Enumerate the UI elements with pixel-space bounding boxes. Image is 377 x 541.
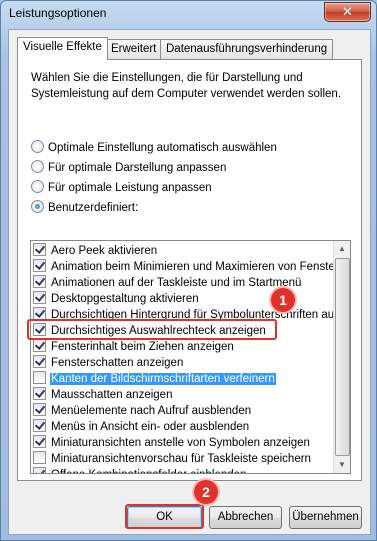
- radio-icon[interactable]: [31, 200, 44, 213]
- effect-label: Kanten der Bildschirmschriftarten verfei…: [49, 372, 277, 386]
- effect-item[interactable]: Mausschatten anzeigen: [33, 387, 173, 403]
- tab-dep[interactable]: Datenausführungsverhinderung: [160, 39, 334, 59]
- tab-visual-effects[interactable]: Visuelle Effekte: [17, 37, 108, 60]
- performance-options-dialog: Leistungsoptionen ✕ Visuelle Effekte Erw…: [0, 0, 377, 541]
- effect-item[interactable]: Offene Kombinationsfelder einblenden: [33, 467, 247, 473]
- radio-option-4[interactable]: Benutzerdefiniert:: [31, 199, 138, 217]
- title-bar[interactable]: Leistungsoptionen ✕: [1, 1, 376, 27]
- scroll-up-icon[interactable]: ▲: [334, 241, 350, 257]
- effect-label: Animationen auf der Taskleiste und im St…: [51, 277, 302, 289]
- checkbox-unchecked-icon[interactable]: [33, 371, 46, 384]
- radio-option-2[interactable]: Für optimale Darstellung anpassen: [31, 159, 226, 177]
- checkbox-checked-icon[interactable]: [33, 243, 46, 256]
- vertical-scrollbar[interactable]: ▲ ▼: [333, 241, 350, 473]
- effect-item[interactable]: Menüs in Ansicht ein- oder ausblenden: [33, 419, 250, 435]
- effect-label: Fensterinhalt beim Ziehen anzeigen: [51, 341, 234, 353]
- checkbox-unchecked-icon[interactable]: [33, 451, 46, 464]
- description-text: Wählen Sie die Einstellungen, die für Da…: [31, 72, 342, 100]
- checkbox-checked-icon[interactable]: [33, 259, 46, 272]
- step-marker-2: 2: [194, 480, 218, 504]
- checkbox-checked-icon[interactable]: [33, 387, 46, 400]
- effect-label: Animation beim Minimieren und Maximieren…: [51, 261, 333, 273]
- checkbox-checked-icon[interactable]: [33, 355, 46, 368]
- close-icon: ✕: [342, 4, 353, 19]
- effect-label: Mausschatten anzeigen: [51, 389, 173, 401]
- effect-item[interactable]: Animation beim Minimieren und Maximieren…: [33, 259, 333, 275]
- checkbox-checked-icon[interactable]: [33, 291, 46, 304]
- radio-label: Für optimale Darstellung anpassen: [48, 162, 227, 174]
- highlight-frame-font-smoothing: [27, 319, 277, 340]
- effect-label: Miniaturansichten anstelle von Symbolen …: [51, 437, 310, 449]
- cancel-button[interactable]: Abbrechen: [209, 506, 282, 529]
- checkbox-checked-icon[interactable]: [33, 403, 46, 416]
- effect-item[interactable]: Miniaturansichtenvorschau für Taskleiste…: [33, 451, 312, 467]
- effect-label: Menüelemente nach Aufruf ausblenden: [51, 405, 252, 417]
- effect-item[interactable]: Kanten der Bildschirmschriftarten verfei…: [33, 371, 277, 387]
- effect-item[interactable]: Fensterschatten anzeigen: [33, 355, 184, 371]
- radio-label: Für optimale Leistung anpassen: [48, 182, 212, 194]
- highlight-frame-ok: [125, 504, 204, 529]
- radio-label: Optimale Einstellung automatisch auswähl…: [48, 142, 277, 154]
- effect-label: Miniaturansichtenvorschau für Taskleiste…: [51, 453, 311, 465]
- effect-item[interactable]: Miniaturansichten anstelle von Symbolen …: [33, 435, 311, 451]
- checkbox-checked-icon[interactable]: [33, 467, 46, 473]
- dialog-body: Visuelle Effekte Erweitert Datenausführu…: [8, 29, 371, 535]
- radio-label: Benutzerdefiniert:: [48, 202, 139, 214]
- checkbox-checked-icon[interactable]: [33, 339, 46, 352]
- tab-advanced[interactable]: Erweitert: [105, 39, 163, 59]
- effect-label: Offene Kombinationsfelder einblenden: [50, 469, 247, 473]
- checkbox-checked-icon[interactable]: [33, 275, 46, 288]
- effect-label: Menüs in Ansicht ein- oder ausblenden: [51, 421, 250, 433]
- visual-effects-panel: Wählen Sie die Einstellungen, die für Da…: [17, 59, 362, 481]
- effect-item[interactable]: Menüelemente nach Aufruf ausblenden: [33, 403, 252, 419]
- radio-icon[interactable]: [31, 160, 44, 173]
- effect-item[interactable]: Fensterinhalt beim Ziehen anzeigen: [33, 339, 235, 355]
- step-marker-1: 1: [271, 288, 295, 312]
- radio-option-1[interactable]: Optimale Einstellung automatisch auswähl…: [31, 139, 277, 157]
- checkbox-checked-icon[interactable]: [33, 435, 46, 448]
- effects-listbox[interactable]: Aero Peek aktivieren Animation beim Minim…: [30, 240, 351, 474]
- scroll-down-icon[interactable]: ▼: [334, 457, 350, 473]
- effect-item[interactable]: Aero Peek aktivieren: [33, 243, 158, 259]
- apply-button[interactable]: Übernehmen: [289, 506, 362, 529]
- checkbox-checked-icon[interactable]: [33, 419, 46, 432]
- effect-item[interactable]: Desktopgestaltung aktivieren: [33, 291, 200, 307]
- radio-icon[interactable]: [31, 180, 44, 193]
- close-button[interactable]: ✕: [324, 2, 371, 22]
- radio-option-3[interactable]: Für optimale Leistung anpassen: [31, 179, 212, 197]
- window-title: Leistungsoptionen: [9, 6, 107, 20]
- effect-label: Desktopgestaltung aktivieren: [51, 293, 199, 305]
- radio-icon[interactable]: [31, 140, 44, 153]
- effect-label: Fensterschatten anzeigen: [51, 357, 184, 369]
- scroll-thumb[interactable]: [335, 258, 350, 456]
- effect-item[interactable]: Animationen auf der Taskleiste und im St…: [33, 275, 302, 291]
- effect-label: Aero Peek aktivieren: [51, 245, 158, 257]
